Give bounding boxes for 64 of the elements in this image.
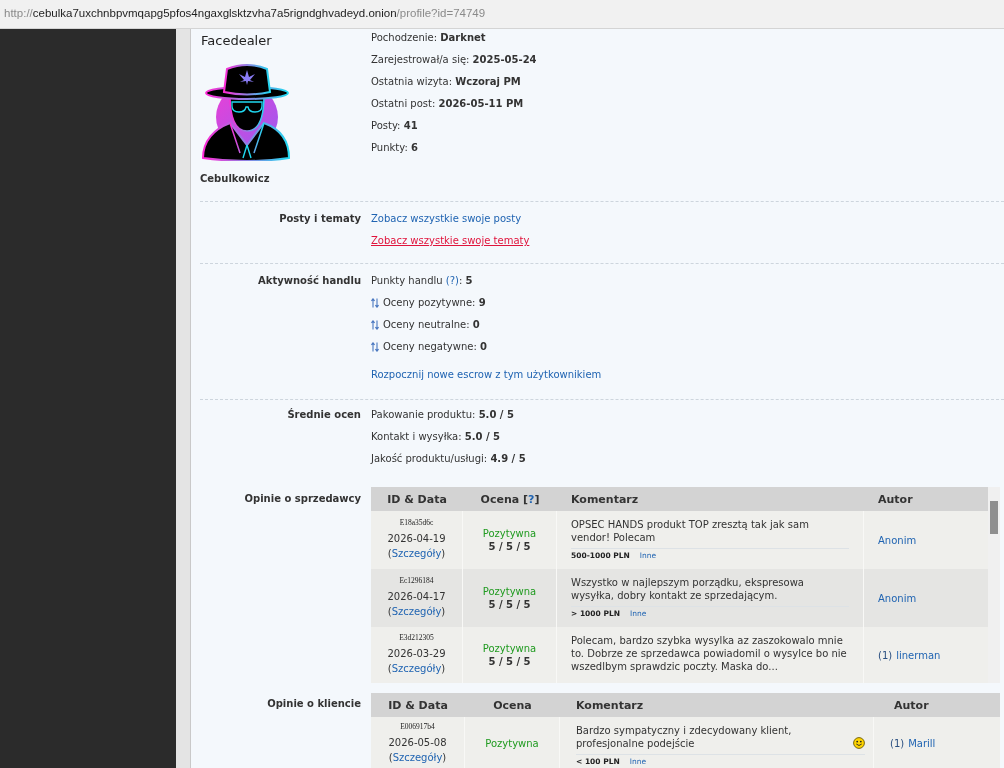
details-link[interactable]: (Szczegóły) <box>387 546 446 561</box>
rating-label: Pozytywna <box>482 527 537 540</box>
column-header: Ocena [?] <box>463 487 557 511</box>
rating-label: Pozytywna <box>482 585 537 598</box>
up-down-arrows-icon <box>371 342 379 352</box>
average-rating: Pakowanie produktu: 5.0 / 5 <box>371 408 514 422</box>
section-label: Aktywność handlu <box>258 274 361 288</box>
column-header: Komentarz <box>560 693 874 717</box>
author-link[interactable]: Marill <box>908 737 936 749</box>
scrollbar-thumb[interactable] <box>990 501 998 534</box>
rating-label: Pozytywna <box>482 642 537 655</box>
column-header: Autor <box>874 693 1000 717</box>
column-header: Komentarz <box>557 487 864 511</box>
escrow-link[interactable]: Rozpocznij nowe escrow z tym użytkownikiem <box>371 369 602 380</box>
profile-detail: Ostatnia wizyta: Wczoraj PM <box>371 75 521 89</box>
review-date: 2026-05-08 <box>388 735 447 750</box>
profile-detail: Posty: 41 <box>371 119 418 133</box>
comment-text: Wszystko w najlepszym porządku, ekspresowa wysyłka, dobry kontakt ze sprzedającym. <box>571 576 805 602</box>
rating-count: Oceny neutralne: 0 <box>383 318 480 332</box>
review-date: 2026-04-17 <box>387 590 446 604</box>
feedback-count: (1) <box>890 737 905 749</box>
posts-link[interactable]: Zobacz wszystkie swoje posty <box>371 213 522 224</box>
rating-scores: 5 / 5 / 5 <box>488 655 531 668</box>
trade-points-line: Punkty handlu (?): 5 <box>371 274 473 288</box>
details-link[interactable]: (Szczegóły) <box>388 749 447 765</box>
up-down-arrows-icon <box>371 298 379 308</box>
review-date: 2026-03-29 <box>387 647 446 661</box>
section-label: Opinie o sprzedawcy <box>244 492 361 506</box>
scrollbar[interactable] <box>988 487 1000 683</box>
feedback-count: (1) <box>878 649 893 661</box>
column-header: ID & Data <box>371 487 463 511</box>
details-link[interactable]: (Szczegóły) <box>387 604 446 619</box>
profile-detail: Zarejestrował/a się: 2025-05-24 <box>371 53 537 67</box>
profile-detail: Punkty: 6 <box>371 141 418 155</box>
section-label: Średnie ocen <box>287 407 361 422</box>
up-down-arrows-icon <box>371 320 379 330</box>
profile-detail: Pochodzenie: Darknet <box>371 31 486 45</box>
comment-text: Bardzo sympatyczny i zdecydowany klient, profesjonalne podejście <box>576 724 793 750</box>
rating-scores: 5 / 5 / 5 <box>488 598 531 611</box>
profile-detail: Ostatni post: 2026-05-11 PM <box>371 97 524 111</box>
comment-text: Polecam, bardzo szybka wysylka az zaszokowalo mnie to. Dobrze ze sprzedawca powiadomil o wysylce bo nie wszedlbym sprawdzic poczty. Maska do... <box>571 634 848 673</box>
help-link[interactable]: ? <box>528 492 535 506</box>
address-bar[interactable]: http://cebulka7uxchnbpvmqapg5pfos4ngaxglsktzvha7a5rigndghvadeyd.onion/profile?id=74749 <box>0 0 1004 29</box>
comment-text: OPSEC HANDS produkt TOP zresztą tak jak sam vendor! Polecam <box>571 518 810 544</box>
review-date: 2026-04-19 <box>387 532 446 546</box>
average-rating: Kontakt i wysyłka: 5.0 / 5 <box>371 430 501 444</box>
column-header: ID & Data <box>371 693 465 717</box>
posts-link[interactable]: Zobacz wszystkie swoje tematy <box>371 235 530 246</box>
rating-scores: 5 / 5 / 5 <box>488 540 531 553</box>
section-label: Posty i tematy <box>279 212 361 226</box>
rating-count: Oceny negatywne: 0 <box>383 340 487 354</box>
author-link[interactable]: Anonim <box>878 592 917 604</box>
average-rating: Jakość produktu/usługi: 4.9 / 5 <box>371 452 526 466</box>
username: Facedealer <box>200 32 272 50</box>
help-link[interactable]: (?) <box>445 275 459 286</box>
column-header: Ocena <box>465 693 560 717</box>
details-link[interactable]: (Szczegóły) <box>387 661 446 676</box>
user-rank: Cebulkowicz <box>200 172 270 186</box>
author-link[interactable]: linerman <box>896 649 941 661</box>
rating-count: Oceny pozytywne: 9 <box>383 296 486 310</box>
column-header: Autor <box>864 487 988 511</box>
rating-label: Pozytywna <box>485 736 539 750</box>
section-label: Opinie o kliencie <box>267 697 361 711</box>
author-link[interactable]: Anonim <box>878 534 917 546</box>
